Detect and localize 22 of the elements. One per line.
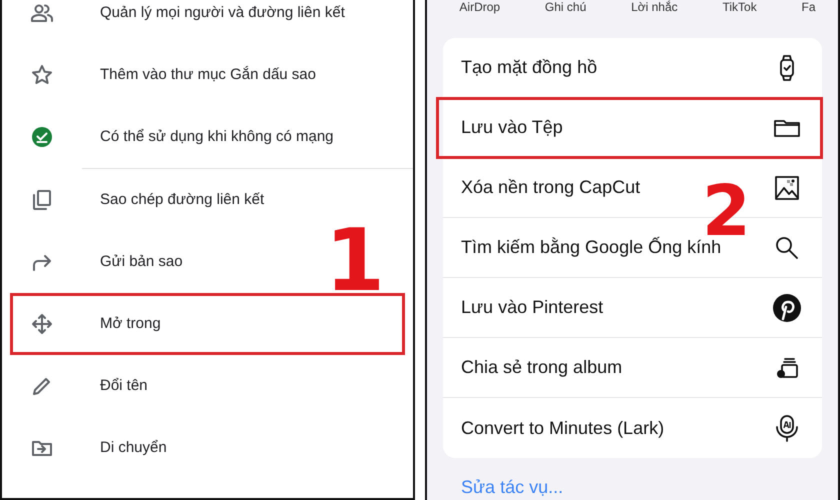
action-item[interactable]: Convert to Minutes (Lark) xyxy=(443,398,822,458)
move-arrows-icon xyxy=(30,312,54,336)
action-item[interactable]: Lưu vào Pinterest xyxy=(443,278,822,338)
menu-item[interactable]: Có thể sử dụng khi không có mạng xyxy=(10,106,342,168)
action-item[interactable]: Chia sẻ trong album xyxy=(443,338,822,398)
action-item[interactable]: Lưu vào Tệp xyxy=(437,98,822,158)
star-icon xyxy=(30,63,54,87)
menu-item[interactable]: Di chuyển xyxy=(10,417,175,479)
menu-item[interactable]: Sao chép đường liên kết xyxy=(10,169,272,231)
app-label[interactable]: AirDrop xyxy=(459,0,500,16)
app-label[interactable]: Lời nhắc xyxy=(631,0,678,16)
copy-icon xyxy=(30,188,54,212)
app-label[interactable]: Ghi chú xyxy=(544,0,586,16)
app-label[interactable]: TikTok xyxy=(722,0,757,16)
check-circle-icon xyxy=(30,125,54,149)
action-item[interactable]: Tạo mặt đồng hồ xyxy=(443,38,822,98)
menu-item[interactable]: Đổi tên xyxy=(10,355,156,417)
menu-item[interactable]: Thêm vào thư mục Gắn dấu sao xyxy=(10,44,324,106)
menu-item[interactable]: Quản lý mọi người và đường liên kết xyxy=(10,0,353,44)
menu-item[interactable]: Gửi bản sao xyxy=(10,231,191,293)
pinterest-icon xyxy=(772,292,802,322)
app-label[interactable]: Fa xyxy=(802,0,816,16)
